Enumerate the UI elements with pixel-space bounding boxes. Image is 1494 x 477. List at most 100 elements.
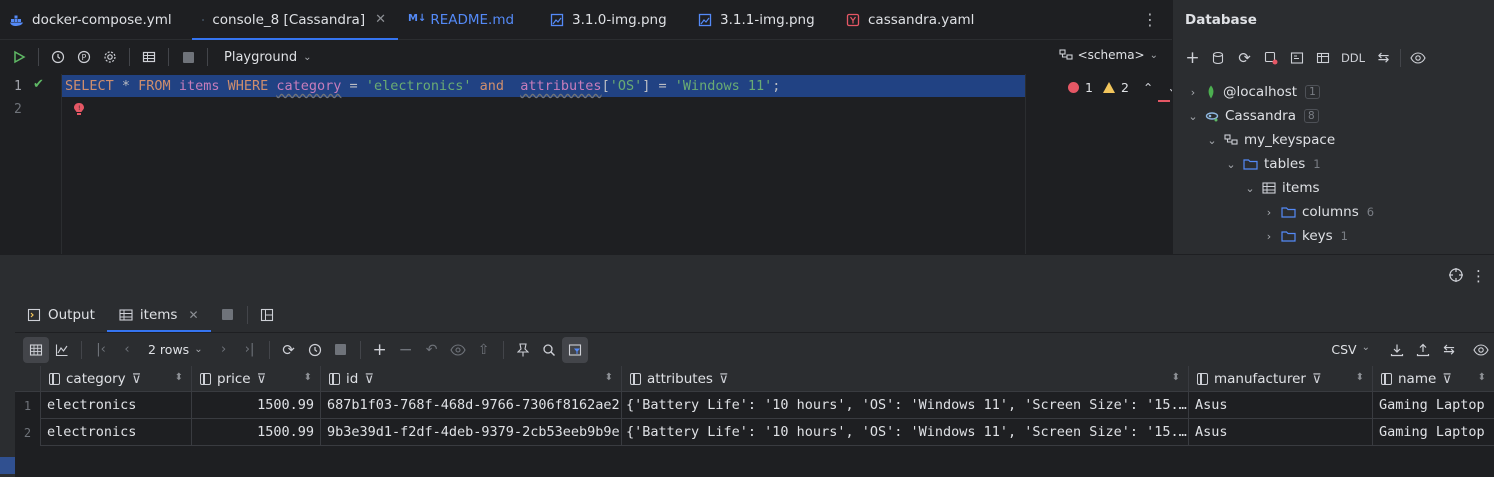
cell-price[interactable]: 1500.99 bbox=[192, 392, 321, 419]
tab-output[interactable]: Output bbox=[15, 297, 107, 332]
column-header-manufacturer[interactable]: manufacturer ⊽ ⬍ bbox=[1189, 366, 1373, 392]
filter-icon[interactable]: ⊽ bbox=[364, 372, 374, 387]
add-icon[interactable]: + bbox=[1181, 46, 1204, 70]
history-icon[interactable] bbox=[302, 337, 328, 363]
cell-category[interactable]: electronics bbox=[41, 419, 192, 446]
upload-icon[interactable] bbox=[1410, 337, 1436, 363]
filter-icon[interactable]: ⊽ bbox=[719, 372, 729, 387]
chevron-right-icon[interactable]: › bbox=[1263, 230, 1275, 243]
schema-selector[interactable]: <schema> ⌄ bbox=[1059, 48, 1158, 62]
crosshair-icon[interactable] bbox=[1448, 267, 1464, 287]
datasource-properties-icon[interactable] bbox=[1207, 46, 1230, 70]
tree-node-localhost[interactable]: › @localhost 1 bbox=[1187, 80, 1320, 104]
ddl-button[interactable]: DDL bbox=[1337, 46, 1369, 70]
revert-icon[interactable]: ↶ bbox=[419, 337, 445, 363]
refresh-icon[interactable]: ⟳ bbox=[1233, 46, 1256, 70]
next-page-icon[interactable]: › bbox=[211, 337, 237, 363]
session-mode-dropdown[interactable]: Playground ⌄ bbox=[224, 50, 312, 65]
tab-console-cassandra[interactable]: console_8 [Cassandra] ✕ bbox=[192, 0, 398, 40]
sql-editor[interactable]: 1 ✔ 2 SELECT * FROM items WHERE category… bbox=[0, 74, 1184, 254]
sort-icon[interactable]: ⬍ bbox=[304, 372, 312, 383]
tab-items[interactable]: items ✕ bbox=[106, 297, 211, 332]
table-row[interactable]: 1 electronics 1500.99 687b1f03-768f-468d… bbox=[15, 392, 1494, 419]
more-options-icon[interactable]: ⋮ bbox=[1471, 267, 1486, 285]
refresh-icon[interactable]: ⟳ bbox=[276, 337, 302, 363]
more-tabs-icon[interactable]: ⋮ bbox=[1142, 10, 1158, 29]
filter-icon[interactable]: ⊽ bbox=[257, 372, 267, 387]
table-icon[interactable] bbox=[1311, 46, 1334, 70]
error-bulb-icon[interactable]: ! bbox=[73, 102, 85, 116]
tree-node-items[interactable]: ⌄ items bbox=[1244, 176, 1319, 200]
settings-icon[interactable] bbox=[97, 44, 123, 70]
search-icon[interactable] bbox=[536, 337, 562, 363]
page-size-dropdown[interactable]: 2 rows ⌄ bbox=[148, 342, 203, 357]
close-icon[interactable]: ✕ bbox=[188, 308, 198, 322]
filter-icon[interactable] bbox=[561, 336, 588, 363]
filter-icon[interactable]: ⊽ bbox=[132, 372, 142, 387]
stop-icon[interactable] bbox=[328, 337, 354, 363]
tree-node-columns[interactable]: › columns 6 bbox=[1263, 200, 1374, 224]
add-row-icon[interactable]: + bbox=[367, 337, 393, 363]
jump-to-icon[interactable]: ⇆ bbox=[1372, 46, 1395, 70]
tab-img-310[interactable]: 3.1.0-img.png bbox=[540, 0, 688, 39]
column-header-id[interactable]: id ⊽ ⬍ bbox=[321, 366, 622, 392]
first-page-icon[interactable]: |‹ bbox=[88, 337, 114, 363]
chevron-right-icon[interactable]: › bbox=[1263, 206, 1275, 219]
sort-icon[interactable]: ⬍ bbox=[1172, 372, 1180, 383]
run-icon[interactable] bbox=[6, 44, 32, 70]
download-icon[interactable] bbox=[1384, 337, 1410, 363]
stop-icon[interactable] bbox=[175, 44, 201, 70]
explain-plan-icon[interactable]: P bbox=[71, 44, 97, 70]
code-line[interactable]: SELECT * FROM items WHERE category = 'el… bbox=[65, 78, 780, 94]
column-header-name[interactable]: name ⊽ ⬍ bbox=[1373, 366, 1494, 392]
tree-node-cassandra[interactable]: ⌄ Cassandra 8 bbox=[1187, 104, 1319, 128]
cell-manufacturer[interactable]: Asus bbox=[1189, 392, 1373, 419]
cell-name[interactable]: Gaming Laptop bbox=[1373, 392, 1494, 419]
cell-attributes[interactable]: {'Battery Life': '10 hours', 'OS': 'Wind… bbox=[622, 392, 1189, 419]
layout-icon[interactable] bbox=[254, 302, 280, 328]
chart-icon[interactable] bbox=[49, 337, 75, 363]
chevron-up-icon[interactable]: ⌃ bbox=[1143, 80, 1153, 95]
compare-icon[interactable]: ⇆ bbox=[1436, 337, 1462, 363]
sort-icon[interactable]: ⬍ bbox=[1356, 372, 1364, 383]
chevron-right-icon[interactable]: › bbox=[1187, 86, 1199, 99]
table-row[interactable]: 2 electronics 1500.99 9b3e39d1-f2df-4deb… bbox=[15, 419, 1494, 446]
chevron-down-icon[interactable]: ⌄ bbox=[1225, 158, 1237, 171]
cell-id[interactable]: 9b3e39d1-f2df-4deb-9379-2cb53eeb9b9e bbox=[321, 419, 622, 446]
previous-page-icon[interactable]: ‹ bbox=[114, 337, 140, 363]
delete-row-icon[interactable]: − bbox=[393, 337, 419, 363]
cell-attributes[interactable]: {'Battery Life': '10 hours', 'OS': 'Wind… bbox=[622, 419, 1189, 446]
preview-changes-icon[interactable] bbox=[445, 337, 471, 363]
submit-icon[interactable]: ⇧ bbox=[471, 337, 497, 363]
tree-node-keyspace[interactable]: ⌄ my_keyspace bbox=[1206, 128, 1335, 152]
chevron-down-icon[interactable]: ⌄ bbox=[1206, 134, 1218, 147]
cell-category[interactable]: electronics bbox=[41, 392, 192, 419]
eye-icon[interactable] bbox=[1468, 337, 1494, 363]
sort-icon[interactable]: ⬍ bbox=[1478, 372, 1486, 383]
grid-view-icon[interactable] bbox=[23, 336, 49, 363]
tab-cassandra-yaml[interactable]: cassandra.yaml bbox=[836, 0, 996, 39]
disconnect-icon[interactable] bbox=[1259, 46, 1282, 70]
filter-icon[interactable]: ⊽ bbox=[1442, 372, 1452, 387]
stop-icon[interactable] bbox=[215, 302, 241, 328]
sort-icon[interactable]: ⬍ bbox=[605, 372, 613, 383]
table-view-icon[interactable] bbox=[136, 44, 162, 70]
inspections-widget[interactable]: 1 2 ⌃ ⌄ bbox=[1062, 78, 1184, 97]
chevron-down-icon[interactable]: ⌄ bbox=[1187, 110, 1199, 123]
tab-docker-compose[interactable]: docker-compose.yml bbox=[0, 0, 192, 39]
export-format-dropdown[interactable]: CSV ⌄ bbox=[1331, 342, 1370, 357]
eye-icon[interactable] bbox=[1406, 46, 1429, 70]
history-icon[interactable] bbox=[45, 44, 71, 70]
last-page-icon[interactable]: ›| bbox=[237, 337, 263, 363]
filter-icon[interactable]: ⊽ bbox=[1312, 372, 1322, 387]
tree-node-tables[interactable]: ⌄ tables 1 bbox=[1225, 152, 1320, 176]
cell-name[interactable]: Gaming Laptop bbox=[1373, 419, 1494, 446]
close-icon[interactable]: ✕ bbox=[375, 12, 386, 27]
cell-price[interactable]: 1500.99 bbox=[192, 419, 321, 446]
cell-manufacturer[interactable]: Asus bbox=[1189, 419, 1373, 446]
pin-icon[interactable] bbox=[510, 337, 536, 363]
tab-readme[interactable]: M↓ README.md bbox=[398, 0, 540, 39]
tree-node-keys[interactable]: › keys 1 bbox=[1263, 224, 1348, 248]
column-header-price[interactable]: price ⊽ ⬍ bbox=[192, 366, 321, 392]
cell-id[interactable]: 687b1f03-768f-468d-9766-7306f8162ae2 bbox=[321, 392, 622, 419]
